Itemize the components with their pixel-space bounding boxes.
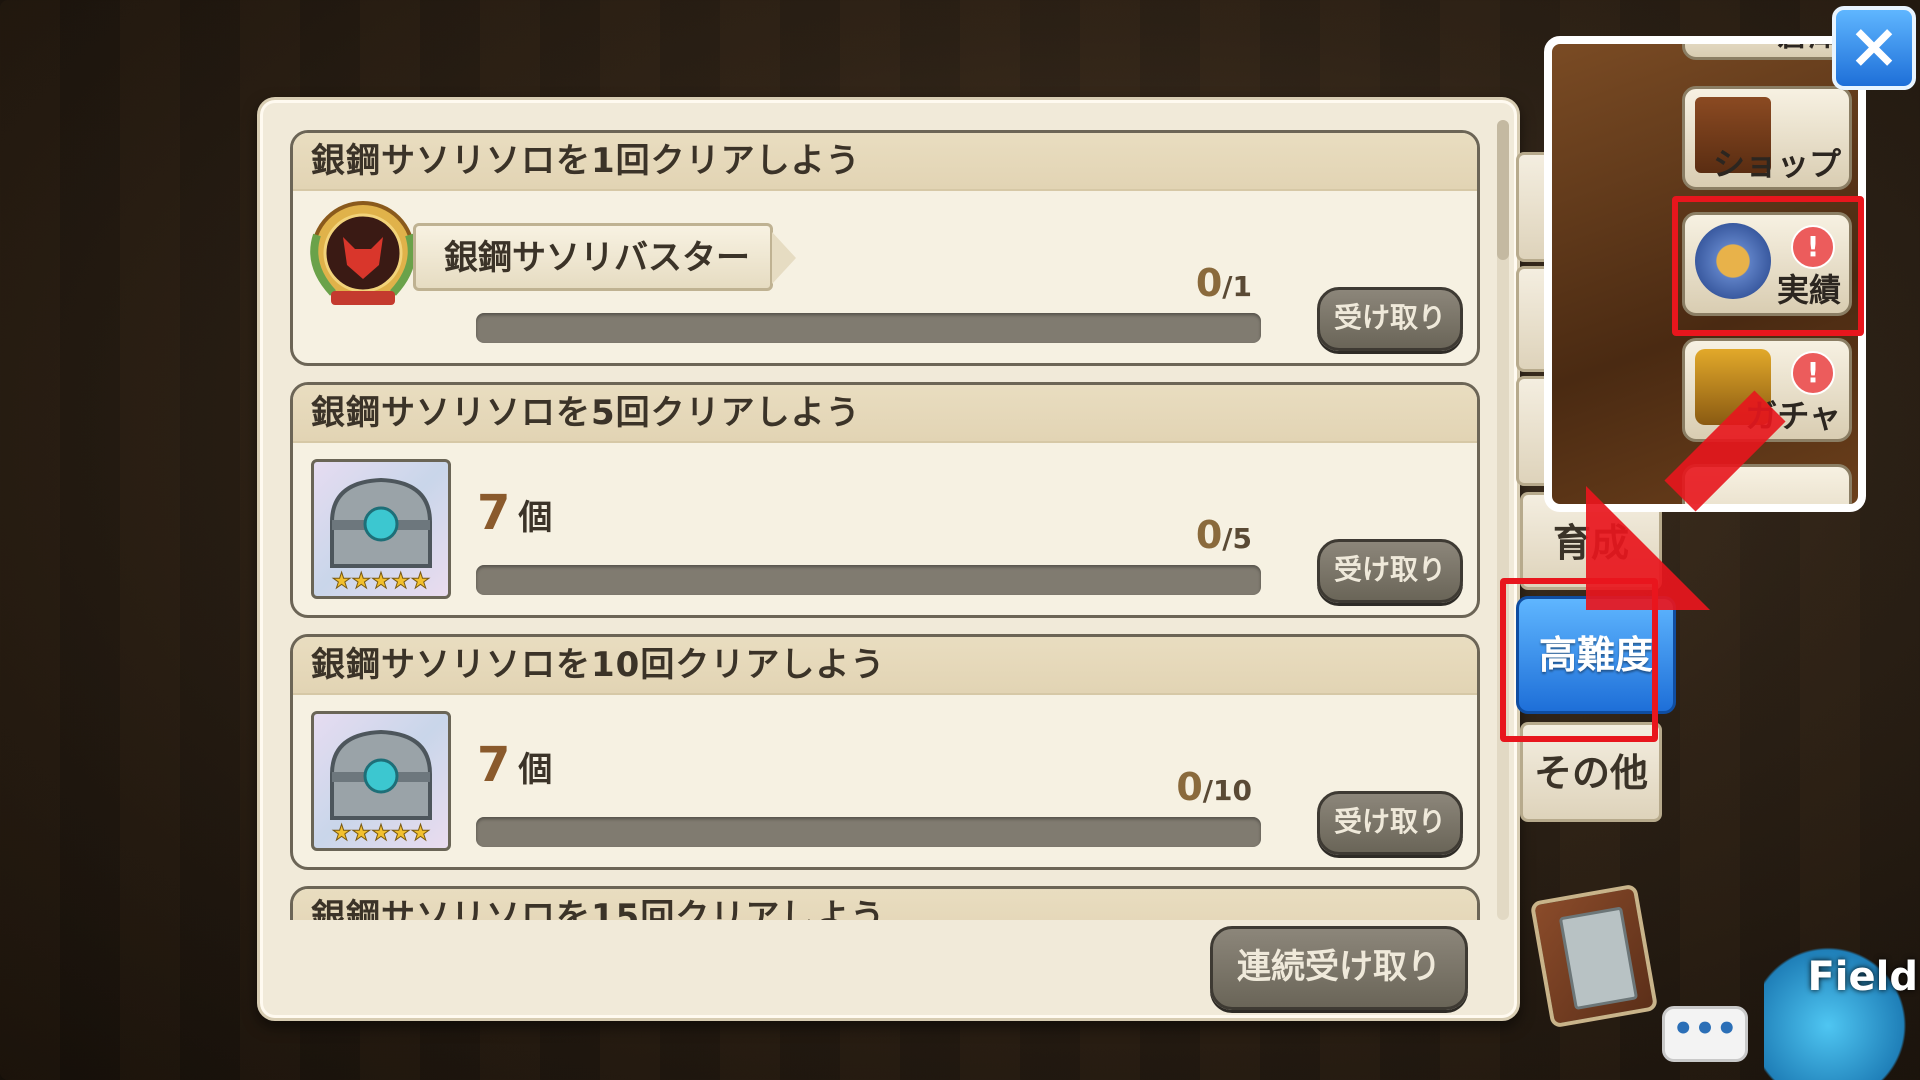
bulk-receive-button[interactable]: 連続受け取り [1210,926,1468,1010]
progress-current: 0 [1176,765,1203,809]
quest-book-icon[interactable] [1529,883,1659,1029]
receive-button[interactable]: 受け取り [1317,287,1463,351]
chat-button[interactable]: ••• [1662,1006,1748,1062]
achievement-card: 銀鋼サソリソロを1回クリアしよう 銀鋼サソリバスター 0/1 受け取り [290,130,1480,366]
achievement-title: 銀鋼サソリソロを1回クリアしよう [293,133,1477,191]
achievement-title: 銀鋼サソリソロを15回クリアしよう [293,889,1477,920]
chest-graphic: ★★★★★ [330,729,432,847]
highlight-achievements-menu [1672,196,1864,336]
achievements-panel: 銀鋼サソリソロを1回クリアしよう 銀鋼サソリバスター 0/1 受け取り 銀鋼サソ… [257,97,1520,1021]
achievement-card: 銀鋼サソリソロを15回クリアしよう [290,886,1480,920]
title-ribbon: 銀鋼サソリバスター [413,223,796,291]
achievement-title: 銀鋼サソリソロを10回クリアしよう [293,637,1477,695]
progress-bar [476,313,1261,343]
svg-text:★★★★★: ★★★★★ [332,821,431,846]
menu-shop-label: ショップ [1712,145,1841,183]
progress-goal: /5 [1222,522,1252,555]
achievement-title: 銀鋼サソリソロを5回クリアしよう [293,385,1477,443]
receive-button[interactable]: 受け取り [1317,791,1463,855]
pointer-arrow-icon [1586,390,1786,610]
reward-unit: 個 [518,498,553,538]
silver-chest-icon: ★★★★★ [311,459,451,599]
progress-current: 0 [1195,261,1223,305]
chest-graphic: ★★★★★ [330,477,432,595]
reward-unit: 個 [518,750,553,790]
progress-bar [476,565,1261,595]
close-button[interactable]: × [1832,6,1916,90]
svg-text:★★★★★: ★★★★★ [332,569,431,594]
reward-quantity: 7個 [477,485,552,541]
progress-count: 0/5 [1196,513,1252,557]
scroll-thumb[interactable] [1497,120,1509,260]
scrollbar[interactable] [1497,120,1509,920]
progress-goal: /10 [1202,774,1252,807]
progress-bar [476,817,1261,847]
progress-count: 0/1 [1196,261,1252,305]
achievement-list[interactable]: 銀鋼サソリソロを1回クリアしよう 銀鋼サソリバスター 0/1 受け取り 銀鋼サソ… [290,130,1490,920]
reward-qty-value: 7 [477,485,511,541]
field-label: Field [1807,954,1918,1000]
progress-current: 0 [1195,513,1223,557]
menu-item-shop[interactable]: ショップ [1682,86,1852,190]
silver-chest-icon: ★★★★★ [311,711,451,851]
achievement-card: 銀鋼サソリソロを5回クリアしよう ★★★★★ 7個 0/5 受け取り [290,382,1480,618]
field-button[interactable]: Field [1764,944,1920,1080]
progress-count: 0/10 [1176,765,1252,809]
title-reward: 銀鋼サソリバスター [303,195,823,315]
progress-goal: /1 [1222,270,1252,303]
menu-item-storage[interactable]: 倉庫 [1682,44,1852,60]
achievement-card: 銀鋼サソリソロを10回クリアしよう ★★★★★ 7個 0/10 受け取り [290,634,1480,870]
reward-qty-value: 7 [477,737,511,793]
reward-quantity: 7個 [477,737,552,793]
receive-button[interactable]: 受け取り [1317,539,1463,603]
